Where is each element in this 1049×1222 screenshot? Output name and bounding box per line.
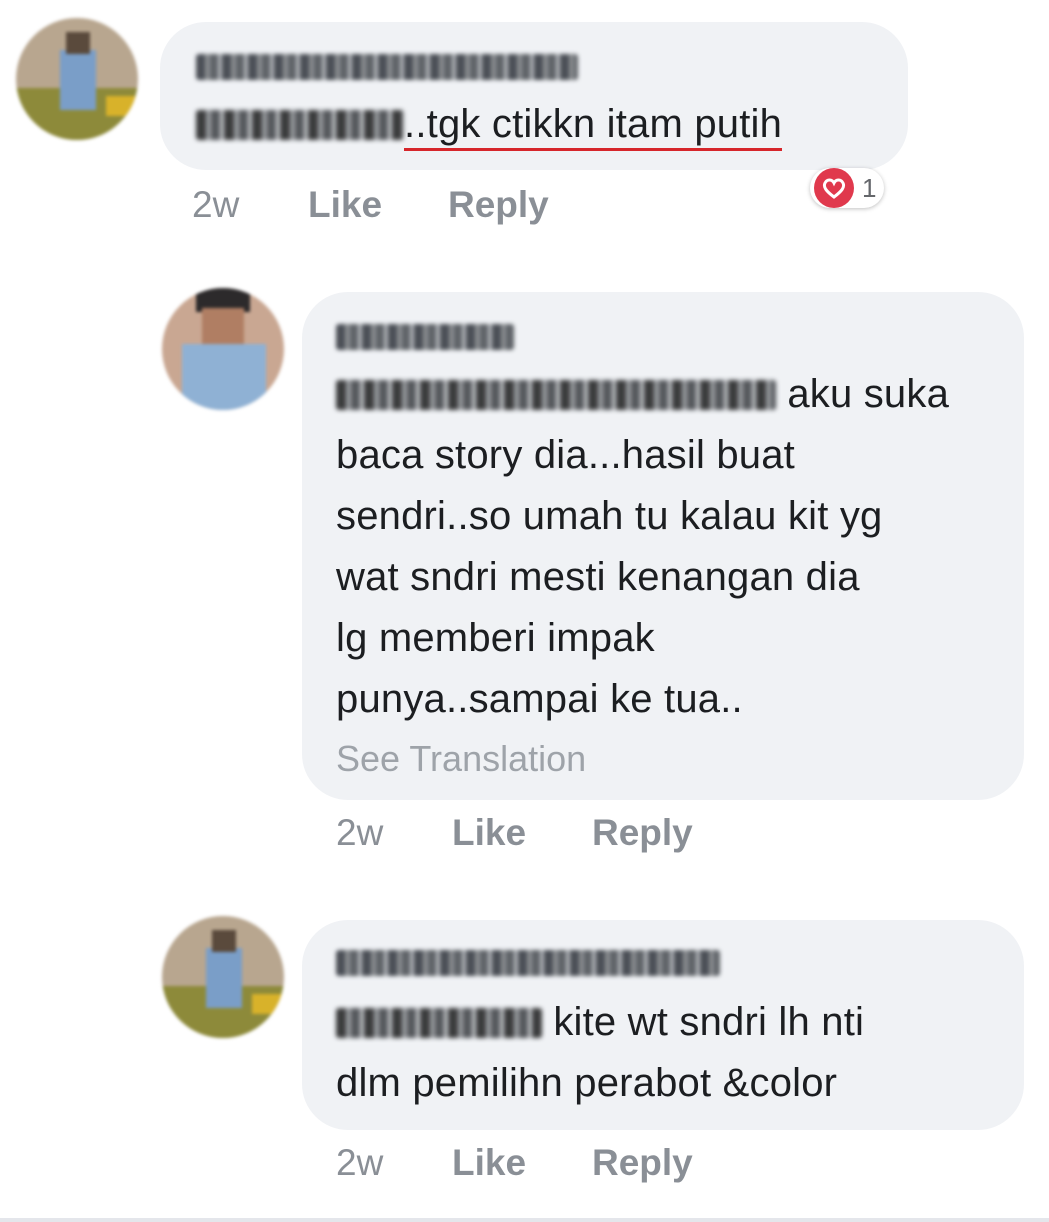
- comment-time: 2w: [192, 184, 240, 225]
- comment-text: aku suka baca story dia...hasil buat sen…: [336, 364, 949, 730]
- avatar[interactable]: [162, 916, 284, 1038]
- comment-bubble: aku suka baca story dia...hasil buat sen…: [302, 292, 1024, 800]
- comment-line: baca story dia...hasil buat: [336, 433, 795, 477]
- reply-button[interactable]: Reply: [448, 184, 549, 226]
- divider: [0, 1218, 1049, 1222]
- author-name[interactable]: [196, 54, 578, 80]
- heart-icon: [814, 168, 854, 208]
- avatar[interactable]: [16, 18, 138, 140]
- reply-button[interactable]: Reply: [592, 812, 693, 854]
- author-name[interactable]: [336, 324, 514, 350]
- comment-bubble: ..tgk ctikkn itam putih: [160, 22, 908, 170]
- like-button[interactable]: Like: [308, 184, 382, 226]
- like-button[interactable]: Like: [452, 812, 526, 854]
- mention-tag[interactable]: [336, 1008, 542, 1038]
- mention-tag[interactable]: [196, 110, 404, 140]
- author-name[interactable]: [336, 950, 720, 976]
- comment-line: punya..sampai ke tua..: [336, 677, 743, 721]
- mention-tag[interactable]: [336, 380, 776, 410]
- comment-line: sendri..so umah tu kalau kit yg: [336, 494, 883, 538]
- comment-line: kite wt sndri lh nti: [336, 992, 864, 1053]
- avatar[interactable]: [162, 288, 284, 410]
- reaction-count: 1: [862, 172, 877, 203]
- see-translation-link[interactable]: See Translation: [336, 738, 586, 780]
- reply-button[interactable]: Reply: [592, 1142, 693, 1184]
- comment-bubble: kite wt sndri lh nti dlm pemilihn perabo…: [302, 920, 1024, 1130]
- comment-text: ..tgk ctikkn itam putih: [196, 94, 783, 155]
- comment-line: dlm pemilihn perabot &color: [336, 1061, 838, 1105]
- comment-line: aku suka: [336, 364, 949, 425]
- comment-line: wat sndri mesti kenangan dia: [336, 555, 860, 599]
- comment-time: 2w: [336, 1142, 384, 1183]
- comment-line: lg memberi impak: [336, 616, 655, 660]
- comment-time: 2w: [336, 812, 384, 853]
- like-button[interactable]: Like: [452, 1142, 526, 1184]
- reaction-badge[interactable]: 1: [810, 168, 885, 208]
- comment-text: kite wt sndri lh nti dlm pemilihn perabo…: [336, 992, 864, 1114]
